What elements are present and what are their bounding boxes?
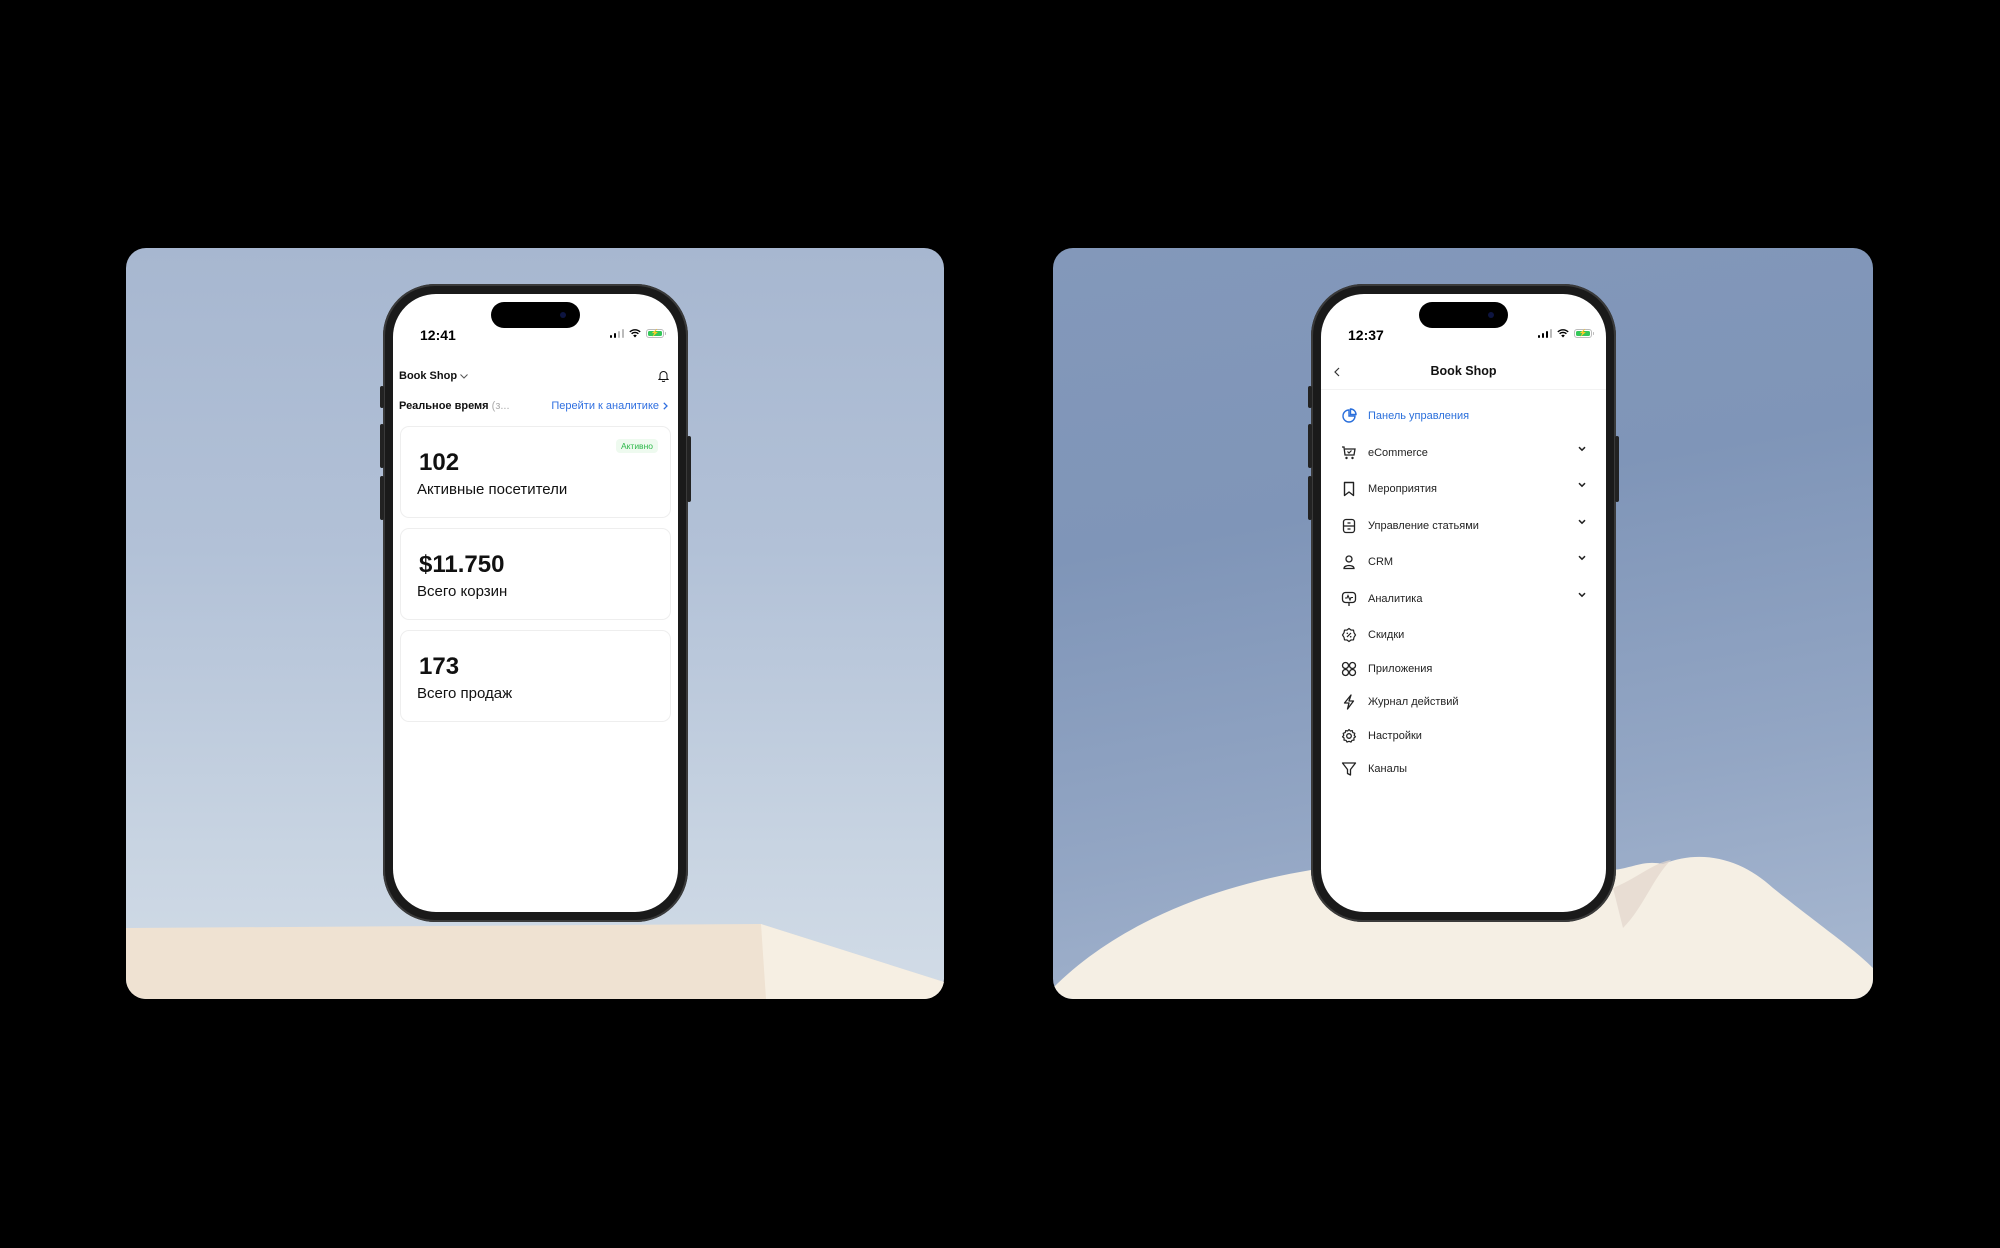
phone-volume-down [380, 476, 384, 520]
bell-icon[interactable] [658, 370, 669, 382]
cart-icon [1342, 446, 1356, 460]
phone-power-button [1615, 436, 1619, 502]
menu-item[interactable]: Управление статьями [1341, 516, 1586, 536]
shop-name: Book Shop [399, 370, 458, 382]
phone-volume-up [380, 424, 384, 468]
menu-item[interactable]: Журнал действий [1341, 692, 1586, 712]
signal-icon [609, 328, 624, 338]
battery-charging-icon: ⚡ [1574, 328, 1594, 338]
menu-item-label: Скидки [1368, 629, 1405, 641]
chevron-down-icon[interactable] [1578, 519, 1586, 525]
wifi-icon [629, 328, 641, 337]
realtime-row: Реальное время (з... Перейти к аналитике [399, 400, 668, 412]
lightning-icon [1343, 694, 1355, 710]
menu-item[interactable]: Скидки [1341, 625, 1586, 645]
gear-icon [1341, 728, 1357, 743]
pie-chart-icon [1342, 408, 1357, 423]
status-time: 12:41 [420, 327, 456, 343]
stat-value: $11.750 [419, 551, 505, 578]
stat-card-total-carts[interactable]: $11.750 Всего корзин [400, 528, 671, 620]
nav-header: Book Shop [1321, 362, 1606, 390]
phone-power-button [687, 436, 691, 502]
menu-item-label: Приложения [1368, 663, 1433, 675]
phone-volume-up [1308, 424, 1312, 468]
menu-item[interactable]: eCommerce [1341, 443, 1586, 463]
shop-switcher[interactable]: Book Shop [399, 370, 468, 382]
stat-value: 173 [419, 653, 460, 680]
menu-item-label: CRM [1368, 556, 1394, 568]
menu-item-label: Управление статьями [1368, 520, 1479, 532]
menu-item-label: Аналитика [1368, 593, 1423, 605]
menu-item-label: Панель управления [1368, 410, 1470, 422]
status-icons: ⚡ [1537, 328, 1594, 338]
chevron-down-icon[interactable] [1578, 446, 1586, 452]
stat-label: Всего продаж [417, 685, 513, 702]
menu-screen: 12:37 ⚡ Book Shop Панель управления eComm… [1321, 294, 1606, 912]
phone-navigation-menu: 12:37 ⚡ Book Shop Панель управления eComm… [1308, 284, 1619, 922]
archive-icon [1342, 518, 1356, 534]
top-bar: Book Shop [399, 370, 669, 382]
phone-dashboard: 12:41 ⚡ Book Shop Реальное время (з... П… [380, 284, 691, 922]
chevron-right-icon [663, 402, 668, 410]
menu-item-label: Настройки [1368, 730, 1422, 742]
stat-label: Всего корзин [417, 583, 508, 600]
phone-action-button [1308, 386, 1312, 408]
dynamic-island [1419, 302, 1508, 328]
menu-item-label: Каналы [1368, 763, 1408, 775]
dashboard-screen: 12:41 ⚡ Book Shop Реальное время (з... П… [393, 294, 678, 912]
menu-item[interactable]: Мероприятия [1341, 479, 1586, 499]
status-time: 12:37 [1348, 327, 1384, 343]
bookmark-icon [1343, 481, 1355, 497]
chevron-down-icon [460, 373, 468, 379]
stat-label: Активные посетители [417, 481, 568, 498]
apps-grid-icon [1341, 661, 1357, 677]
go-to-analytics-link[interactable]: Перейти к аналитике [551, 400, 668, 412]
status-icons: ⚡ [609, 328, 666, 338]
discount-icon [1341, 627, 1357, 643]
wifi-icon [1557, 328, 1569, 337]
chevron-down-icon[interactable] [1578, 592, 1586, 598]
realtime-title: Реальное время (з... [399, 400, 510, 412]
page-title: Book Shop [1430, 364, 1497, 378]
menu-item-label: Мероприятия [1368, 483, 1437, 495]
stat-card-total-sales[interactable]: 173 Всего продаж [400, 630, 671, 722]
status-badge: Активно [615, 439, 658, 453]
menu-item-label: Журнал действий [1368, 696, 1459, 708]
menu-item-label: eCommerce [1368, 447, 1428, 459]
stat-value: 102 [419, 449, 460, 476]
menu-item[interactable]: CRM [1341, 552, 1586, 572]
chevron-down-icon[interactable] [1578, 482, 1586, 488]
menu-item[interactable]: Аналитика [1341, 589, 1586, 609]
dynamic-island [491, 302, 580, 328]
chevron-down-icon[interactable] [1578, 555, 1586, 561]
presentation-chart-icon [1341, 591, 1357, 606]
stat-card-active-visitors[interactable]: Активно 102 Активные посетители [400, 426, 671, 518]
menu-item[interactable]: Панель управления [1341, 406, 1586, 426]
menu-item[interactable]: Приложения [1341, 659, 1586, 679]
menu-item[interactable]: Каналы [1341, 759, 1586, 779]
phone-action-button [380, 386, 384, 408]
menu-item[interactable]: Настройки [1341, 726, 1586, 746]
battery-charging-icon: ⚡ [646, 328, 666, 338]
realtime-title-suffix: (з... [491, 400, 510, 412]
phone-volume-down [1308, 476, 1312, 520]
user-icon [1343, 555, 1355, 570]
filter-icon [1341, 762, 1357, 776]
signal-icon [1537, 328, 1552, 338]
